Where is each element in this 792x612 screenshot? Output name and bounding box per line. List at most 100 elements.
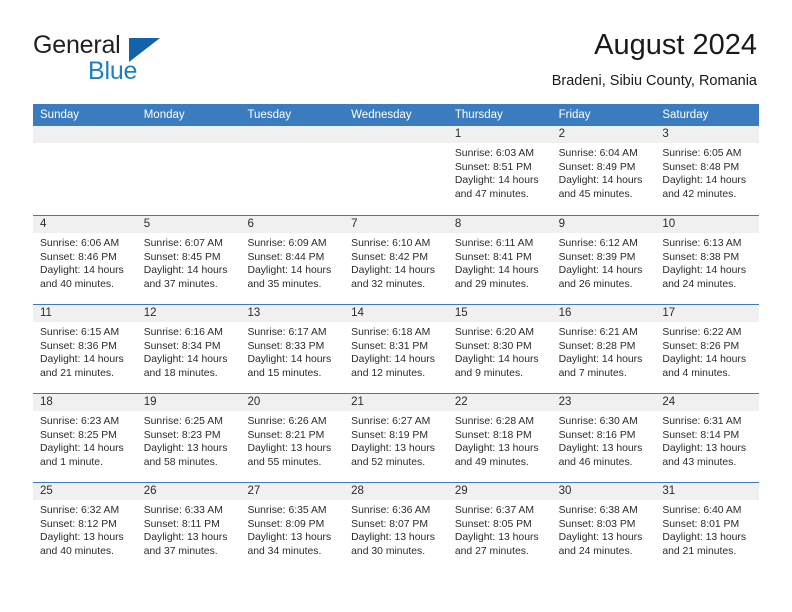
day-cell[interactable]: 28 Sunrise: 6:36 AM Sunset: 8:07 PM Dayligh… <box>344 483 448 571</box>
day-daylight-text: and 43 minutes. <box>662 456 737 468</box>
day-cell[interactable]: 30 Sunrise: 6:38 AM Sunset: 8:03 PM Dayligh… <box>551 483 656 571</box>
day-sunset-text: Sunset: 8:11 PM <box>143 518 220 530</box>
day-number: 22 <box>447 394 552 411</box>
day-cell[interactable]: 4 Sunrise: 6:06 AM Sunset: 8:46 PM Daylight… <box>33 216 137 304</box>
day-sunrise-text: Sunrise: 6:26 AM <box>247 416 327 427</box>
weekday-header-thursday: Thursday <box>454 109 503 121</box>
day-cell[interactable]: 6 Sunrise: 6:09 AM Sunset: 8:44 PM Daylight… <box>240 216 345 304</box>
day-details: Sunrise: 6:31 AM Sunset: 8:14 PM Daylight:… <box>655 411 759 469</box>
day-details: Sunrise: 6:15 AM Sunset: 8:36 PM Daylight:… <box>33 322 137 380</box>
day-sunset-text: Sunset: 8:01 PM <box>662 518 740 530</box>
day-cell[interactable]: 19 Sunrise: 6:25 AM Sunset: 8:23 PM Dayligh… <box>136 394 241 482</box>
day-cell[interactable]: 24 Sunrise: 6:31 AM Sunset: 8:14 PM Dayligh… <box>655 394 760 482</box>
day-sunset-text: Sunset: 8:34 PM <box>143 340 221 352</box>
day-cell[interactable]: 10 Sunrise: 6:13 AM Sunset: 8:38 PM Dayligh… <box>655 216 760 304</box>
day-daylight-text: and 35 minutes. <box>247 278 322 290</box>
day-number: 10 <box>655 216 760 233</box>
day-details: Sunrise: 6:04 AM Sunset: 8:49 PM Daylight:… <box>552 143 656 201</box>
general-blue-logo[interactable]: General Blue <box>33 31 243 87</box>
day-sunset-text: Sunset: 8:18 PM <box>454 429 532 441</box>
day-cell[interactable]: 13 Sunrise: 6:17 AM Sunset: 8:33 PM Dayligh… <box>240 305 345 393</box>
day-cell[interactable]: 16 Sunrise: 6:21 AM Sunset: 8:28 PM Dayligh… <box>551 305 656 393</box>
day-cell[interactable]: 15 Sunrise: 6:20 AM Sunset: 8:30 PM Dayligh… <box>447 305 552 393</box>
day-cell[interactable]: 20 Sunrise: 6:26 AM Sunset: 8:21 PM Dayligh… <box>240 394 345 482</box>
weekday-header-tuesday: Tuesday <box>247 109 292 121</box>
day-daylight-text: Daylight: 14 hours <box>247 265 332 277</box>
calendar-grid: Sunday Monday Tuesday Wednesday Thursday Frid… <box>33 104 760 571</box>
logo-text-blue: Blue <box>88 57 138 85</box>
day-cell[interactable]: 22 Sunrise: 6:28 AM Sunset: 8:18 PM Dayligh… <box>447 394 552 482</box>
day-number: 23 <box>551 394 656 411</box>
day-cell[interactable]: 27 Sunrise: 6:35 AM Sunset: 8:09 PM Dayligh… <box>240 483 345 571</box>
day-details: Sunrise: 6:11 AM Sunset: 8:41 PM Daylight:… <box>448 233 552 291</box>
day-cell[interactable]: 12 Sunrise: 6:16 AM Sunset: 8:34 PM Dayligh… <box>136 305 241 393</box>
day-sunrise-text: Sunrise: 6:38 AM <box>558 505 638 516</box>
day-cell[interactable]: 1 Sunrise: 6:03 AM Sunset: 8:51 PM Daylight… <box>447 126 552 215</box>
day-sunrise-text: Sunrise: 6:27 AM <box>351 416 431 427</box>
calendar-week-row: 25 Sunrise: 6:32 AM Sunset: 8:12 PM Dayligh… <box>33 482 760 571</box>
day-daylight-text: and 34 minutes. <box>247 545 322 557</box>
day-number: 16 <box>551 305 656 322</box>
calendar-page: General Blue August 2024 Bradeni, Sibiu … <box>0 0 792 612</box>
day-cell[interactable]: 25 Sunrise: 6:32 AM Sunset: 8:12 PM Dayligh… <box>33 483 137 571</box>
page-title: August 2024 <box>594 29 757 61</box>
day-cell[interactable]: 9 Sunrise: 6:12 AM Sunset: 8:39 PM Daylight… <box>551 216 656 304</box>
day-daylight-text: Daylight: 14 hours <box>40 354 124 366</box>
day-details: Sunrise: 6:26 AM Sunset: 8:21 PM Daylight:… <box>240 411 344 469</box>
day-sunset-text: Sunset: 8:14 PM <box>662 429 740 441</box>
day-number: 9 <box>551 216 656 233</box>
day-cell[interactable]: 11 Sunrise: 6:15 AM Sunset: 8:36 PM Dayligh… <box>33 305 137 393</box>
day-daylight-text: and 30 minutes. <box>351 545 426 557</box>
day-details: Sunrise: 6:20 AM Sunset: 8:30 PM Daylight:… <box>448 322 552 380</box>
day-number: 1 <box>447 126 552 143</box>
day-cell[interactable]: 5 Sunrise: 6:07 AM Sunset: 8:45 PM Daylight… <box>136 216 241 304</box>
title-block: August 2024 Bradeni, Sibiu County, Roman… <box>552 28 757 91</box>
day-cell[interactable]: 17 Sunrise: 6:22 AM Sunset: 8:26 PM Dayligh… <box>655 305 760 393</box>
day-cell[interactable]: 29 Sunrise: 6:37 AM Sunset: 8:05 PM Dayligh… <box>447 483 552 571</box>
day-details <box>33 143 137 147</box>
day-details: Sunrise: 6:40 AM Sunset: 8:01 PM Daylight:… <box>655 500 759 558</box>
day-cell[interactable]: 7 Sunrise: 6:10 AM Sunset: 8:42 PM Daylight… <box>344 216 448 304</box>
day-sunrise-text: Sunrise: 6:07 AM <box>143 238 223 249</box>
day-daylight-text: and 18 minutes. <box>143 367 218 379</box>
day-sunrise-text: Sunrise: 6:17 AM <box>247 327 327 338</box>
day-sunset-text: Sunset: 8:16 PM <box>558 429 636 441</box>
day-number: 29 <box>447 483 552 500</box>
day-sunset-text: Sunset: 8:33 PM <box>247 340 325 352</box>
day-daylight-text: Daylight: 14 hours <box>558 175 643 187</box>
day-sunset-text: Sunset: 8:51 PM <box>454 161 532 173</box>
day-number: 13 <box>240 305 345 322</box>
day-cell[interactable]: 26 Sunrise: 6:33 AM Sunset: 8:11 PM Dayligh… <box>136 483 241 571</box>
day-sunrise-text: Sunrise: 6:33 AM <box>143 505 223 516</box>
day-cell[interactable]: 2 Sunrise: 6:04 AM Sunset: 8:49 PM Daylight… <box>551 126 656 215</box>
day-cell[interactable]: 23 Sunrise: 6:30 AM Sunset: 8:16 PM Dayligh… <box>551 394 656 482</box>
day-details: Sunrise: 6:17 AM Sunset: 8:33 PM Daylight:… <box>240 322 344 380</box>
day-daylight-text: and 26 minutes. <box>558 278 633 290</box>
day-number: 25 <box>33 483 137 500</box>
day-daylight-text: Daylight: 13 hours <box>247 532 332 544</box>
day-cell[interactable]: 18 Sunrise: 6:23 AM Sunset: 8:25 PM Dayligh… <box>33 394 137 482</box>
day-daylight-text: and 7 minutes. <box>558 367 627 379</box>
day-sunrise-text: Sunrise: 6:21 AM <box>558 327 638 338</box>
day-details <box>240 143 344 147</box>
day-cell[interactable]: 3 Sunrise: 6:05 AM Sunset: 8:48 PM Daylight… <box>655 126 760 215</box>
day-sunset-text: Sunset: 8:26 PM <box>662 340 740 352</box>
day-sunrise-text: Sunrise: 6:06 AM <box>40 238 120 249</box>
day-daylight-text: and 21 minutes. <box>40 367 114 379</box>
day-sunrise-text: Sunrise: 6:05 AM <box>662 148 742 159</box>
weekday-header-wednesday: Wednesday <box>351 109 412 121</box>
day-cell[interactable]: 14 Sunrise: 6:18 AM Sunset: 8:31 PM Dayligh… <box>344 305 448 393</box>
day-sunrise-text: Sunrise: 6:20 AM <box>454 327 535 338</box>
day-daylight-text: and 15 minutes. <box>247 367 322 379</box>
day-cell[interactable]: 21 Sunrise: 6:27 AM Sunset: 8:19 PM Dayligh… <box>344 394 448 482</box>
day-daylight-text: and 40 minutes. <box>40 545 114 557</box>
day-sunset-text: Sunset: 8:36 PM <box>40 340 117 352</box>
day-number: 24 <box>655 394 760 411</box>
day-number: 6 <box>240 216 345 233</box>
day-daylight-text: Daylight: 14 hours <box>662 354 747 366</box>
day-daylight-text: and 24 minutes. <box>662 278 737 290</box>
day-cell[interactable]: 8 Sunrise: 6:11 AM Sunset: 8:41 PM Daylight… <box>447 216 552 304</box>
day-details: Sunrise: 6:16 AM Sunset: 8:34 PM Daylight:… <box>137 322 241 380</box>
day-details: Sunrise: 6:32 AM Sunset: 8:12 PM Daylight:… <box>33 500 137 558</box>
day-cell[interactable]: 31 Sunrise: 6:40 AM Sunset: 8:01 PM Dayligh… <box>655 483 760 571</box>
